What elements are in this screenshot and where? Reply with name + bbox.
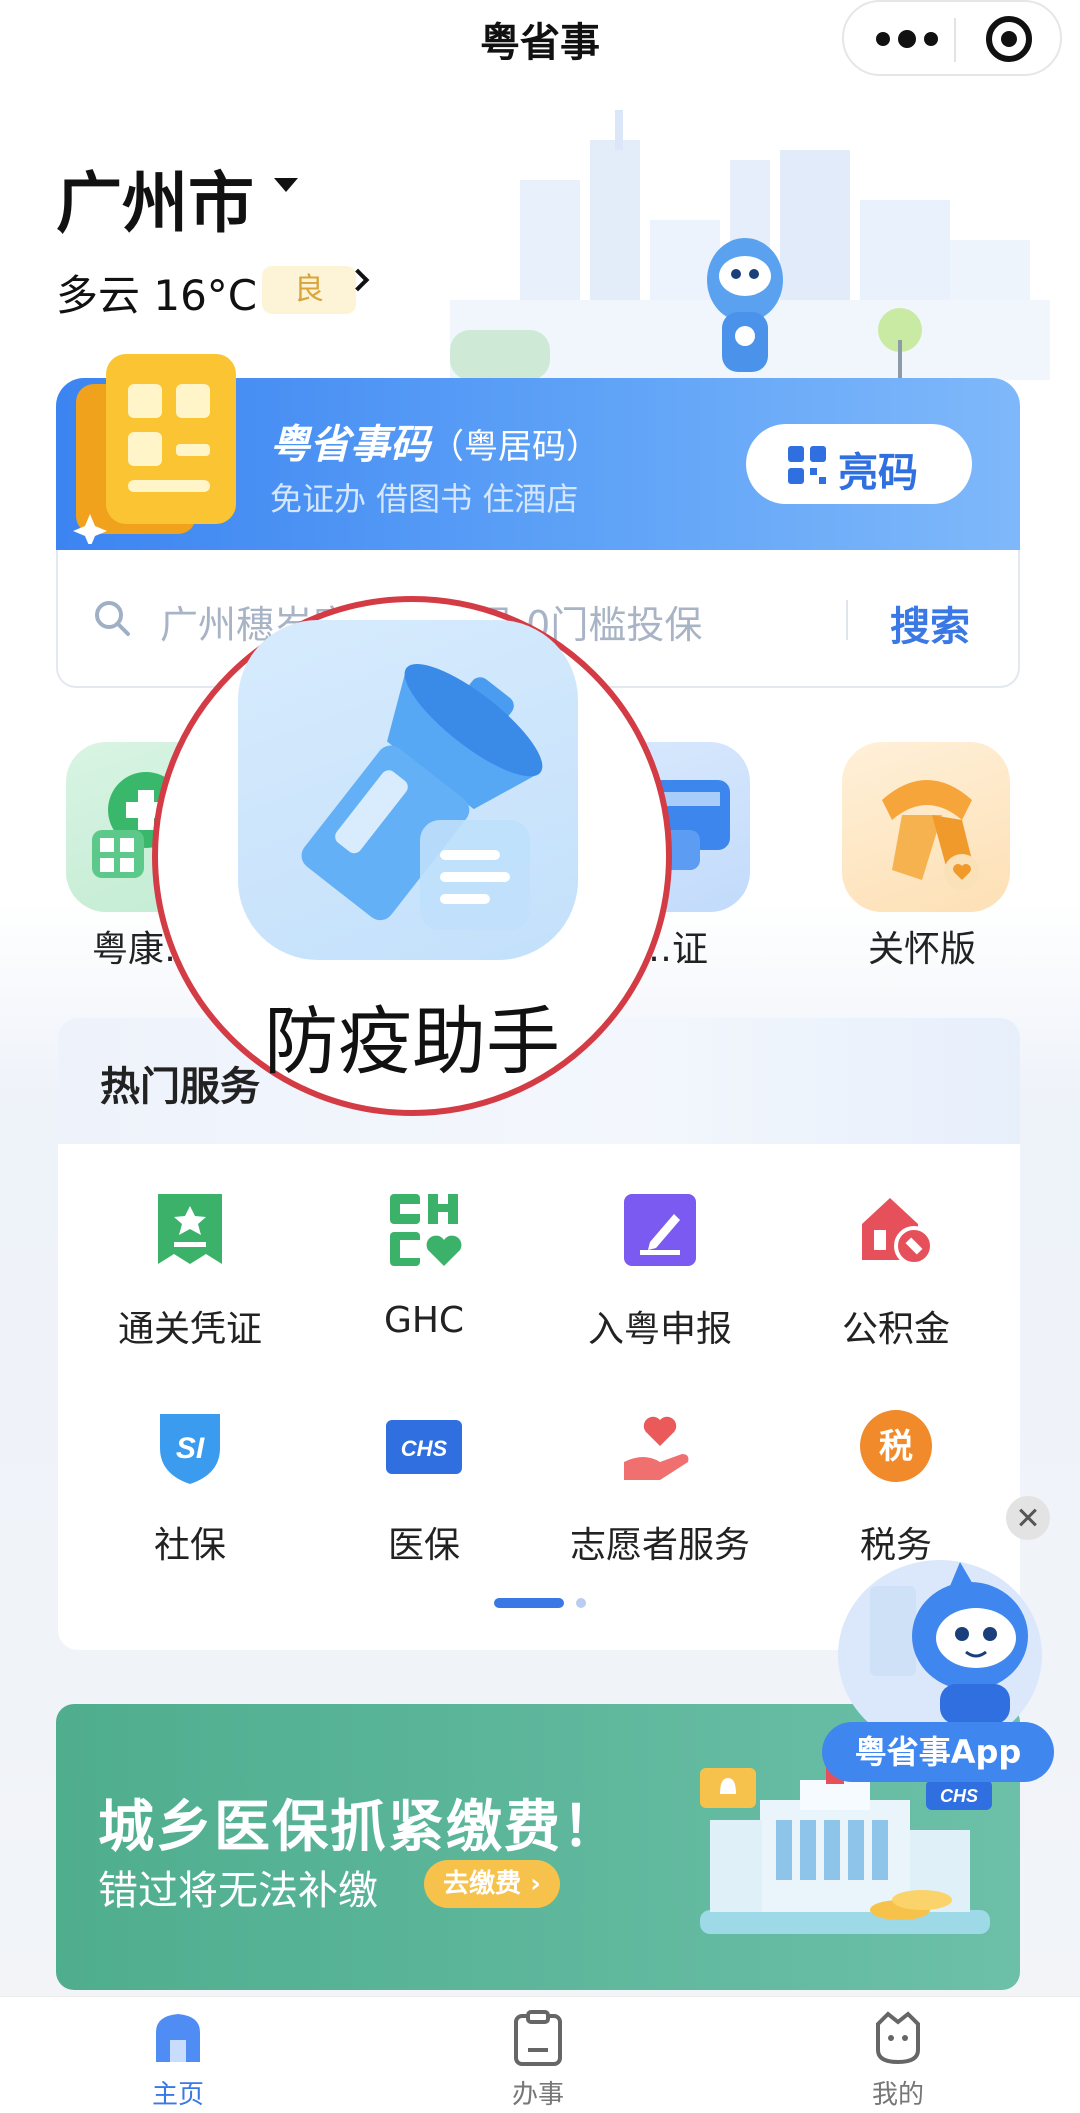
promo-title: 城乡医保抓紧缴费！ [98,1795,620,1860]
tab-services[interactable]: 办事 [438,2010,638,2111]
service-social-security[interactable]: SI 社保 [70,1406,310,1568]
close-target-icon[interactable] [986,16,1032,62]
hospital-illustration: CHS [700,1766,992,1934]
service-label: 社保 [153,1525,226,1566]
close-icon[interactable] [1006,1496,1050,1540]
service-medical-insurance[interactable]: CHS 医保 [304,1406,544,1568]
show-code-label: 亮码 [838,450,918,496]
tab-label: 主页 [151,2080,204,2110]
svg-text:税: 税 [879,1427,913,1467]
pay-now-label: 去缴费 [443,1869,522,1899]
show-code-button[interactable]: 亮码 [746,424,972,504]
code-banner-title-suffix: （粤居码） [430,427,600,467]
code-banner-subtitle: 免证办 借图书 住酒店 [270,480,579,518]
capsule-divider [954,18,956,62]
qr-code-icon [788,446,826,484]
mascot-illustration [870,1562,1028,1724]
chs-tag: CHS [940,1786,978,1806]
code-banner-title-main: 粤省事码 [270,422,430,468]
tab-label: 办事 [511,2080,564,2110]
quick-action-label-care-mode: 关怀版 [868,929,977,970]
search-divider [846,600,848,640]
volunteer-heart-icon [624,1416,689,1480]
profile-icon [876,2011,920,2065]
service-tax[interactable]: 税 税务 [776,1406,1016,1568]
service-label: 入粤申报 [587,1309,732,1350]
epidemic-assistant-label: 防疫助手 [264,999,560,1085]
service-declare[interactable]: 入粤申报 [540,1190,780,1352]
search-icon [95,601,130,636]
more-icon[interactable] [876,30,938,48]
svg-text:CHS: CHS [401,1436,448,1461]
clipboard-icon [514,2010,562,2066]
service-label: 志愿者服务 [569,1525,750,1566]
city-skyline-illustration [450,110,1050,380]
pay-now-button[interactable]: 去缴费 › [424,1860,560,1908]
house-fund-icon [862,1198,934,1266]
mini-program-capsule [842,0,1062,76]
city-selector[interactable]: 广州市 [56,150,254,246]
service-label: 通关凭证 [117,1309,262,1350]
tab-mine[interactable]: 我的 [798,2010,998,2111]
home-icon [156,2014,200,2062]
service-volunteer[interactable]: 志愿者服务 [540,1406,780,1568]
care-ribbon-icon [882,780,980,890]
social-security-icon: SI [160,1414,220,1484]
service-label: 公积金 [841,1309,950,1350]
service-label: 医保 [387,1525,460,1566]
flashlight-icon [301,663,543,930]
promo-subtitle: 错过将无法补缴 [98,1868,378,1914]
service-housing-fund[interactable]: 公积金 [776,1190,1016,1352]
air-quality-badge: 良 [262,266,356,314]
tab-home[interactable]: 主页 [78,2010,278,2111]
chs-icon: CHS [386,1420,462,1474]
tax-icon: 税 [860,1410,932,1482]
service-pass-certificate[interactable]: 通关凭证 [70,1190,310,1352]
search-button[interactable]: 搜索 [890,594,970,652]
pager-dot [576,1598,586,1608]
pager-dot-active [494,1598,564,1608]
tab-label: 我的 [871,2080,924,2110]
svg-text:SI: SI [176,1432,205,1465]
ghc-icon [390,1194,462,1266]
pass-certificate-icon [158,1194,222,1264]
download-app-button[interactable]: 粤省事App [822,1722,1054,1782]
caret-down-icon[interactable] [274,178,298,192]
service-ghc[interactable]: GHC [304,1190,544,1341]
weather-text[interactable]: 多云 16°C [56,262,257,323]
qr-card-icon [73,354,236,544]
code-banner-title: 粤省事码（粤居码） [270,412,600,470]
service-label: GHC [383,1300,465,1341]
declare-edit-icon [624,1194,696,1266]
